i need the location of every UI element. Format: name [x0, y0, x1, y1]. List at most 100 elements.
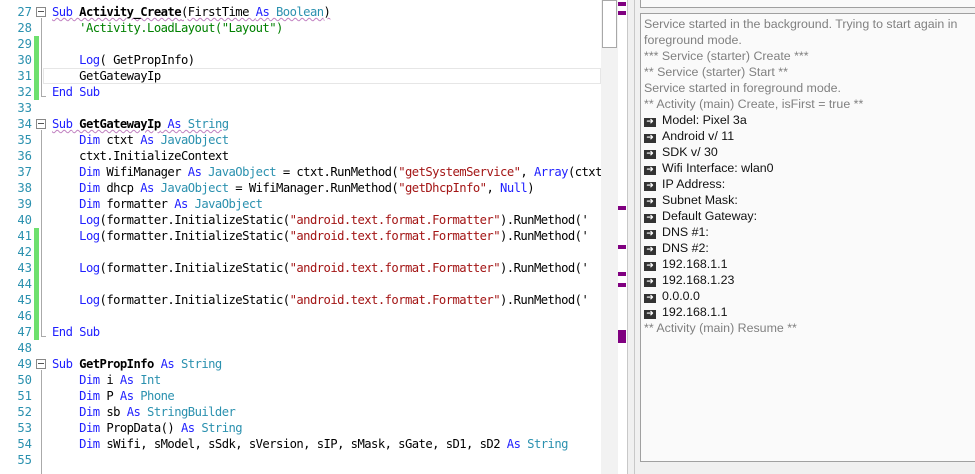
code-line[interactable]: 41 Log(formatter.InitializeStatic("andro…	[0, 228, 601, 244]
panel-splitter[interactable]	[627, 0, 640, 474]
code-line[interactable]: 45 Log(formatter.InitializeStatic("andro…	[0, 292, 601, 308]
log-entry[interactable]: ➜ 192.168.1.1	[644, 304, 975, 320]
fold-collapse-icon[interactable]	[36, 119, 46, 129]
log-entry[interactable]: ➜ 192.168.1.23	[644, 272, 975, 288]
arrow-right-icon: ➜	[644, 310, 656, 319]
code-token: As	[187, 165, 202, 179]
code-line[interactable]: 49 Sub GetPropInfo As String	[0, 356, 601, 372]
fold-collapse-icon[interactable]	[36, 359, 46, 369]
code-line[interactable]: 33	[0, 100, 601, 116]
code-text: GetGatewayIp	[52, 68, 161, 84]
code-line[interactable]: 53 Dim PropData() As String	[0, 420, 601, 436]
log-entry[interactable]: ➜ Wifi Interface: wlan0	[644, 160, 975, 176]
log-entry[interactable]: Service started in the background. Tryin…	[644, 16, 975, 48]
line-number: 29	[17, 37, 32, 51]
scrollbar-thumb[interactable]	[602, 0, 617, 48]
marker[interactable]	[618, 245, 626, 249]
code-line[interactable]: 54 Dim sWifi, sModel, sSdk, sVersion, sI…	[0, 436, 601, 452]
code-token: "getDhcpInfo"	[398, 181, 487, 195]
code-line[interactable]: 31 GetGatewayIp	[0, 68, 601, 84]
code-line[interactable]: 32 End Sub	[0, 84, 601, 100]
arrow-right-icon: ➜	[644, 278, 656, 287]
code-line[interactable]: 43 Log(formatter.InitializeStatic("andro…	[0, 260, 601, 276]
log-filter-box[interactable]	[640, 0, 975, 8]
code-token: (formatter.InitializeStatic(	[99, 229, 291, 243]
code-token: String	[174, 357, 222, 371]
code-line[interactable]: 42	[0, 244, 601, 260]
code-line[interactable]: 34 Sub GetGatewayIp As String	[0, 116, 601, 132]
code-token: Sub	[52, 357, 73, 371]
log-text: Model: Pixel 3a	[662, 113, 747, 127]
change-indicator	[34, 84, 39, 100]
code-token: sb	[99, 405, 127, 419]
log-text: 192.168.1.23	[662, 273, 735, 287]
code-line[interactable]: 52 Dim sb As StringBuilder	[0, 404, 601, 420]
code-line[interactable]: 44	[0, 276, 601, 292]
code-line[interactable]: 50 Dim i As Int	[0, 372, 601, 388]
change-indicator	[34, 68, 39, 84]
code-token: i	[99, 373, 120, 387]
marker[interactable]	[618, 206, 626, 210]
arrow-right-icon: ➜	[644, 230, 656, 239]
log-entry[interactable]: ➜ IP Address:	[644, 176, 975, 192]
log-entry[interactable]: ➜ DNS #2:	[644, 240, 975, 256]
log-entry[interactable]: Service started in foreground mode.	[644, 80, 975, 96]
arrow-right-icon: ➜	[644, 150, 656, 159]
code-line[interactable]: 29	[0, 36, 601, 52]
log-entry[interactable]: ➜ Default Gateway:	[644, 208, 975, 224]
code-line[interactable]: 37 Dim WifiManager As JavaObject = ctxt.…	[0, 164, 785, 180]
vertical-scrollbar[interactable]	[601, 0, 618, 474]
code-line[interactable]: 48	[0, 340, 601, 356]
code-line[interactable]: 27 Sub Activity_Create(FirstTime As Boole…	[0, 4, 601, 20]
code-line[interactable]: 38 Dim dhcp As JavaObject = WifiManager.…	[0, 180, 601, 196]
code-line[interactable]: 40 Log(formatter.InitializeStatic("andro…	[0, 212, 601, 228]
log-text: *** Service (starter) Create ***	[644, 49, 809, 63]
code-line[interactable]: 35 Dim ctxt As JavaObject	[0, 132, 601, 148]
marker[interactable]	[618, 272, 626, 276]
code-text: Sub GetPropInfo As String	[52, 356, 222, 372]
code-editor[interactable]: 2627Sub Activity_Create(FirstTime As Boo…	[0, 0, 786, 474]
log-entry[interactable]: ➜ DNS #1:	[644, 224, 975, 240]
code-token: ).RunMethod('	[500, 229, 589, 243]
line-number: 33	[17, 101, 32, 115]
code-token: End Sub	[52, 85, 100, 99]
arrow-right-icon: ➜	[644, 134, 656, 143]
marker[interactable]	[618, 2, 626, 6]
code-token: Dim	[79, 165, 100, 179]
log-entry[interactable]: ➜ Model: Pixel 3a	[644, 112, 975, 128]
code-line[interactable]: 46	[0, 308, 601, 324]
line-number: 49	[17, 357, 32, 371]
marker[interactable]	[618, 283, 626, 287]
code-line[interactable]: 51 Dim P As Phone	[0, 388, 601, 404]
code-text: End Sub	[52, 324, 100, 340]
log-entry[interactable]: *** Service (starter) Create ***	[644, 48, 975, 64]
code-line[interactable]: 55	[0, 452, 601, 468]
log-entry[interactable]: ➜ 192.168.1.1	[644, 256, 975, 272]
marker[interactable]	[618, 11, 626, 15]
log-entry[interactable]: ** Activity (main) Resume **	[644, 320, 975, 336]
fold-collapse-icon[interactable]	[36, 7, 46, 17]
code-token: = ctxt.RunMethod(	[276, 165, 399, 179]
code-token: String	[194, 421, 243, 435]
log-entry[interactable]: ➜ 0.0.0.0	[644, 288, 975, 304]
code-line[interactable]: 28 'Activity.LoadLayout("Layout")	[0, 20, 601, 36]
log-entry[interactable]: ➜ Android v/ 11	[644, 128, 975, 144]
code-token: As	[126, 405, 141, 419]
code-token: ,	[486, 181, 501, 195]
code-token: = WifiManager.RunMethod(	[228, 181, 399, 195]
code-token: (FirstTime	[180, 5, 256, 19]
marker[interactable]	[618, 330, 626, 343]
log-entry[interactable]: ➜ SDK v/ 30	[644, 144, 975, 160]
log-entry[interactable]: ** Service (starter) Start **	[644, 64, 975, 80]
code-token: GetPropInfo	[72, 357, 154, 371]
code-line[interactable]: 36 ctxt.InitializeContext	[0, 148, 601, 164]
code-line[interactable]: 39 Dim formatter As JavaObject	[0, 196, 601, 212]
code-line[interactable]: 30 Log( GetPropInfo)	[0, 52, 601, 68]
code-line[interactable]: 47 End Sub	[0, 324, 601, 340]
log-text: 192.168.1.1	[662, 305, 728, 319]
log-entry[interactable]: ** Activity (main) Create, isFirst = tru…	[644, 96, 975, 112]
log-entry[interactable]: ➜ Subnet Mask:	[644, 192, 975, 208]
